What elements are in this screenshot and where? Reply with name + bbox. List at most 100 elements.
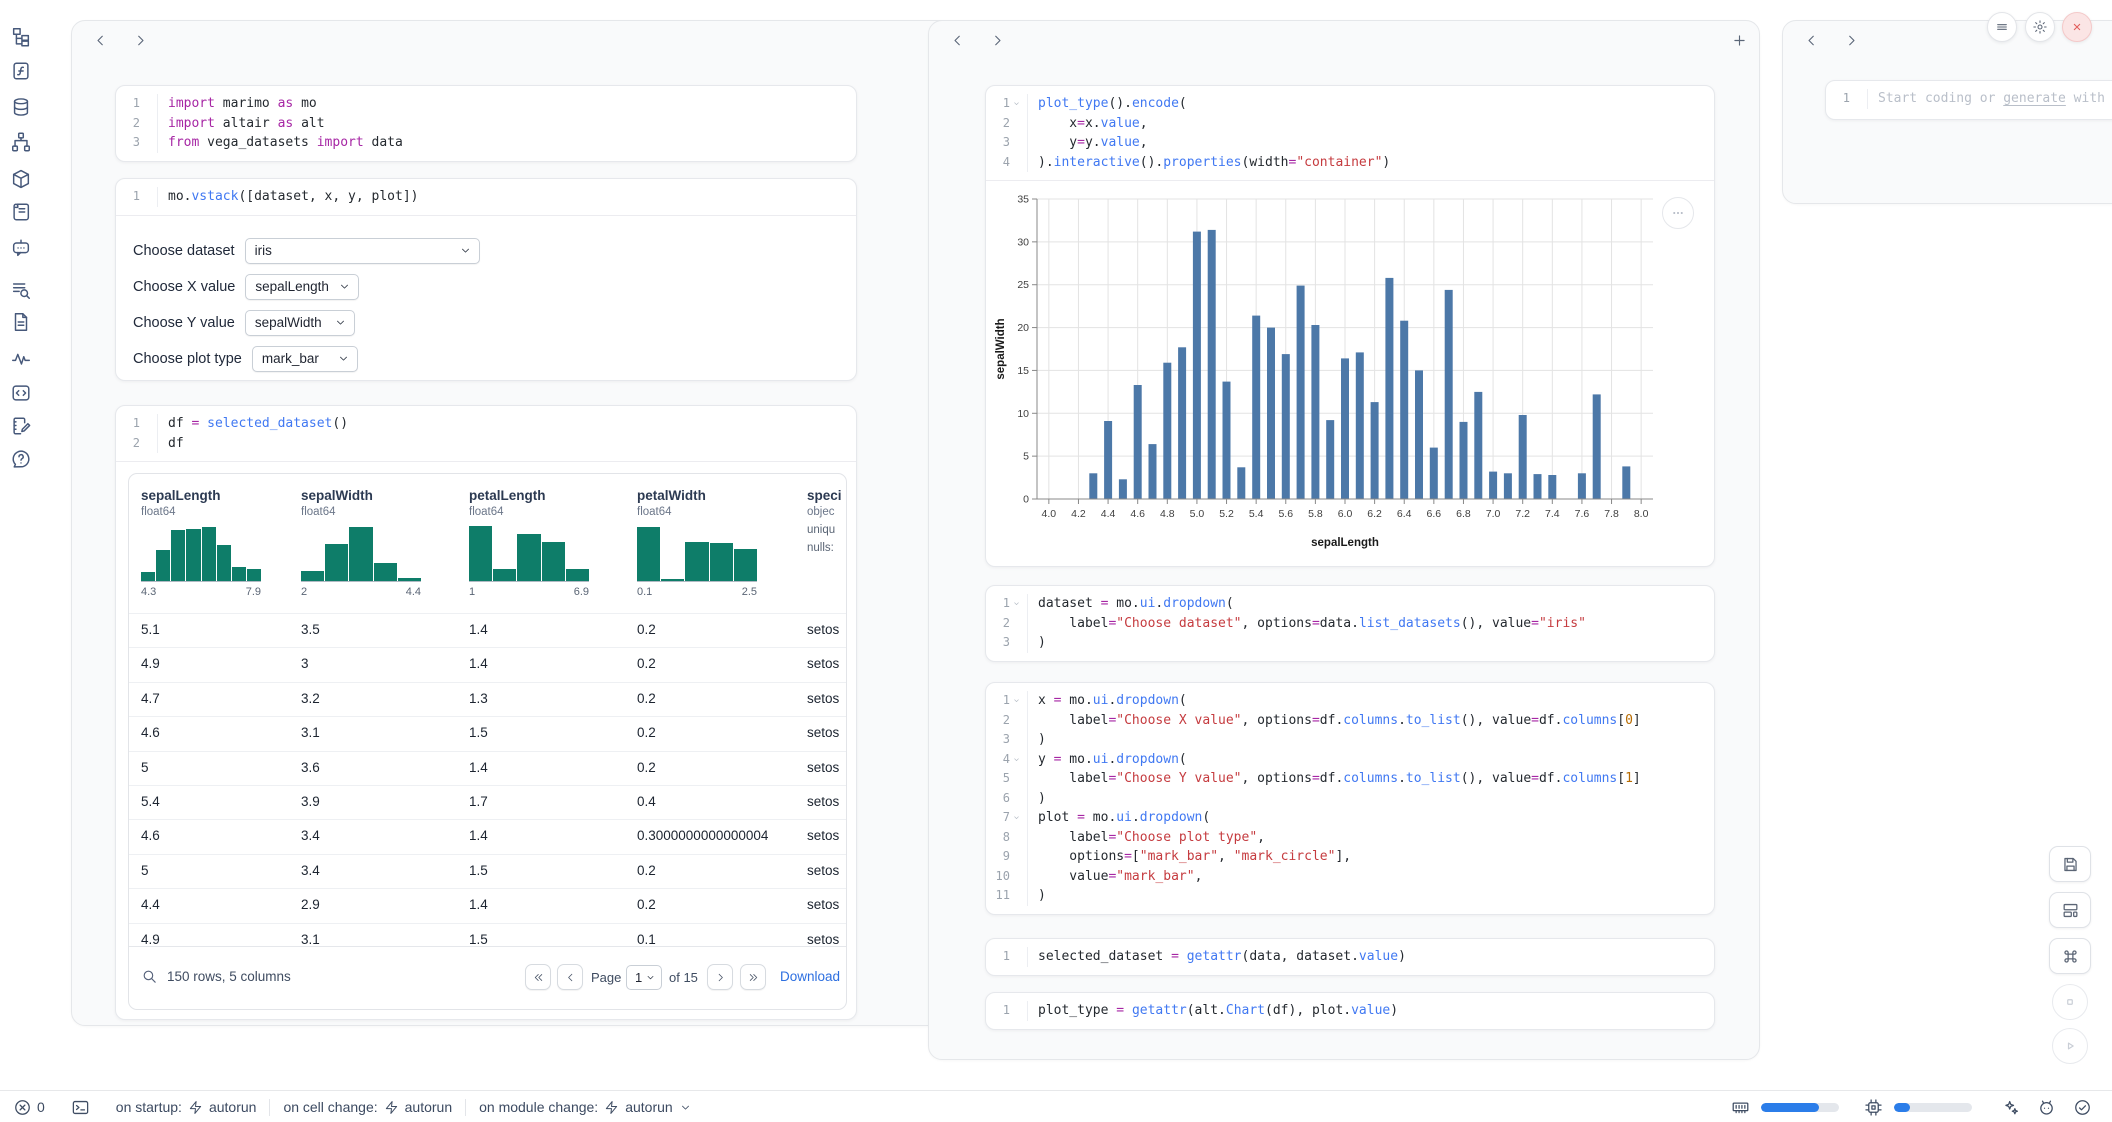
- cell-vstack-editor[interactable]: 1mo.vstack([dataset, x, y, plot]): [116, 179, 856, 216]
- cell-plot-type[interactable]: 1plot_type = getattr(alt.Chart(df), plot…: [985, 992, 1715, 1030]
- table-row[interactable]: 53.41.50.2setos: [129, 854, 846, 888]
- table-row[interactable]: 4.42.91.40.2setos: [129, 888, 846, 922]
- column3-scroll-right-button[interactable]: [1838, 27, 1864, 53]
- cell-dataframe-editor[interactable]: 1df = selected_dataset()2df: [116, 406, 856, 462]
- table-row[interactable]: 5.43.91.70.4setos: [129, 785, 846, 819]
- cell-dataset-dropdown-editor[interactable]: 1dataset = mo.ui.dropdown(2 label="Choos…: [986, 586, 1714, 661]
- choose-x-value-select[interactable]: sepalLength: [245, 274, 359, 300]
- cell-vstack[interactable]: 1mo.vstack([dataset, x, y, plot]) Choose…: [115, 178, 857, 381]
- prev-page-button[interactable]: [557, 964, 583, 990]
- page-select[interactable]: 1: [626, 965, 662, 990]
- table-row[interactable]: 4.73.21.30.2setos: [129, 682, 846, 716]
- runmode-3[interactable]: on module change:autorun: [479, 1099, 692, 1115]
- terminal-icon[interactable]: [71, 1098, 90, 1117]
- ai-sparkles-icon[interactable]: [2001, 1098, 2020, 1117]
- sidebar-variables-icon[interactable]: [10, 60, 32, 82]
- choose-dataset-select[interactable]: iris: [245, 238, 480, 264]
- table-search-icon[interactable]: [141, 968, 158, 985]
- table-row[interactable]: 4.63.11.50.2setos: [129, 716, 846, 750]
- cell-xy-plot-dropdowns-editor[interactable]: 1x = mo.ui.dropdown(2 label="Choose X va…: [986, 683, 1714, 914]
- sidebar-help-icon[interactable]: [10, 448, 32, 470]
- fold-marker[interactable]: [1010, 750, 1023, 770]
- code-line[interactable]: 8 label="Choose plot type",: [986, 828, 1714, 848]
- run-cells-button[interactable]: [2052, 1028, 2088, 1064]
- sidebar-snippets-icon[interactable]: [10, 311, 32, 333]
- last-page-button[interactable]: [740, 964, 766, 990]
- first-page-button[interactable]: [525, 964, 551, 990]
- code-line[interactable]: 1plot_type = getattr(alt.Chart(df), plot…: [986, 1001, 1714, 1021]
- sidebar-datasources-icon[interactable]: [10, 96, 32, 118]
- column-header-speci[interactable]: speciobjecuniqunulls:: [807, 488, 847, 554]
- cell-selected-dataset[interactable]: 1selected_dataset = getattr(data, datase…: [985, 938, 1715, 976]
- next-page-button[interactable]: [707, 964, 733, 990]
- table-row[interactable]: 4.931.40.2setos: [129, 647, 846, 681]
- layout-toggle-button[interactable]: [2049, 892, 2091, 928]
- runmode-2[interactable]: on cell change:autorun: [283, 1099, 452, 1115]
- connection-status-icon[interactable]: [2073, 1098, 2092, 1117]
- column-header-sepalWidth[interactable]: sepalWidthfloat6424.4: [301, 488, 451, 598]
- column-header-petalLength[interactable]: petalLengthfloat6416.9: [469, 488, 619, 598]
- cell-dataset-dropdown[interactable]: 1dataset = mo.ui.dropdown(2 label="Choos…: [985, 585, 1715, 662]
- code-line[interactable]: 2df: [116, 434, 856, 454]
- sidebar-dependency-graph-icon[interactable]: [10, 131, 32, 153]
- code-line[interactable]: 1import marimo as mo: [116, 94, 856, 114]
- code-line[interactable]: 9 options=["mark_bar", "mark_circle"],: [986, 847, 1714, 867]
- column-histogram[interactable]: [301, 524, 421, 582]
- code-line[interactable]: 2 x=x.value,: [986, 114, 1714, 134]
- sidebar-documentation-icon[interactable]: [10, 279, 32, 301]
- column1-scroll-right-button[interactable]: [127, 27, 153, 53]
- column-header-sepalLength[interactable]: sepalLengthfloat644.37.9: [141, 488, 291, 598]
- sidebar-file-explorer-icon[interactable]: [10, 26, 32, 48]
- code-line[interactable]: 3 y=y.value,: [986, 133, 1714, 153]
- code-line[interactable]: 7plot = mo.ui.dropdown(: [986, 808, 1714, 828]
- fold-marker[interactable]: [1010, 808, 1023, 828]
- sidebar-ai-chat-icon[interactable]: [10, 237, 32, 259]
- cell-plot-type-editor[interactable]: 1plot_type = getattr(alt.Chart(df), plot…: [986, 993, 1714, 1029]
- code-line[interactable]: 2 label="Choose dataset", options=data.l…: [986, 614, 1714, 634]
- memory-icon[interactable]: [1731, 1098, 1750, 1117]
- download-button[interactable]: Download: [780, 969, 847, 984]
- editor-placeholder[interactable]: Start coding or generate with: [1878, 91, 2105, 106]
- code-line[interactable]: 1plot_type().encode(: [986, 94, 1714, 114]
- code-line[interactable]: 3): [986, 730, 1714, 750]
- save-button[interactable]: [2049, 846, 2091, 882]
- settings-button[interactable]: [2025, 12, 2055, 42]
- choose-y-value-select[interactable]: sepalWidth: [245, 310, 355, 336]
- column3-scroll-left-button[interactable]: [1798, 27, 1824, 53]
- code-line[interactable]: 4y = mo.ui.dropdown(: [986, 750, 1714, 770]
- column-histogram[interactable]: [141, 524, 261, 582]
- column2-scroll-right-button[interactable]: [984, 27, 1010, 53]
- code-line[interactable]: 3from vega_datasets import data: [116, 133, 856, 153]
- choose-plot-type-select[interactable]: mark_bar: [252, 346, 358, 372]
- cell-empty[interactable]: 1 Start coding or generate with: [1825, 80, 2112, 120]
- table-row[interactable]: 4.63.41.40.3000000000000004setos: [129, 819, 846, 853]
- code-line[interactable]: 1df = selected_dataset(): [116, 414, 856, 434]
- notebook-menu-button[interactable]: [1987, 12, 2017, 42]
- command-palette-button[interactable]: [2049, 938, 2091, 974]
- sidebar-outputs-icon[interactable]: [10, 382, 32, 404]
- code-line[interactable]: 1x = mo.ui.dropdown(: [986, 691, 1714, 711]
- sidebar-tracing-icon[interactable]: [10, 348, 32, 370]
- sidebar-scratchpad-icon[interactable]: [10, 415, 32, 437]
- code-line[interactable]: 4).interactive().properties(width="conta…: [986, 153, 1714, 173]
- shutdown-button[interactable]: [2062, 12, 2092, 42]
- cpu-icon[interactable]: [1864, 1098, 1883, 1117]
- column-header-petalWidth[interactable]: petalWidthfloat640.12.5: [637, 488, 787, 598]
- code-line[interactable]: 1dataset = mo.ui.dropdown(: [986, 594, 1714, 614]
- column2-scroll-left-button[interactable]: [944, 27, 970, 53]
- code-line[interactable]: 11): [986, 886, 1714, 906]
- assistant-icon[interactable]: [2037, 1098, 2056, 1117]
- column-histogram[interactable]: [637, 524, 757, 582]
- table-row[interactable]: 53.61.40.2setos: [129, 751, 846, 785]
- code-line[interactable]: 5 label="Choose Y value", options=df.col…: [986, 769, 1714, 789]
- cell-plot-editor[interactable]: 1plot_type().encode(2 x=x.value,3 y=y.va…: [986, 86, 1714, 181]
- code-line[interactable]: 10 value="mark_bar",: [986, 867, 1714, 887]
- column-histogram[interactable]: [469, 524, 589, 582]
- code-line[interactable]: 1mo.vstack([dataset, x, y, plot]): [116, 187, 856, 207]
- column1-scroll-left-button[interactable]: [87, 27, 113, 53]
- code-line[interactable]: 2 label="Choose X value", options=df.col…: [986, 711, 1714, 731]
- errors-icon[interactable]: [13, 1098, 32, 1117]
- fold-marker[interactable]: [1010, 94, 1023, 114]
- cell-selected-dataset-editor[interactable]: 1selected_dataset = getattr(data, datase…: [986, 939, 1714, 975]
- table-row[interactable]: 5.13.51.40.2setos: [129, 613, 846, 647]
